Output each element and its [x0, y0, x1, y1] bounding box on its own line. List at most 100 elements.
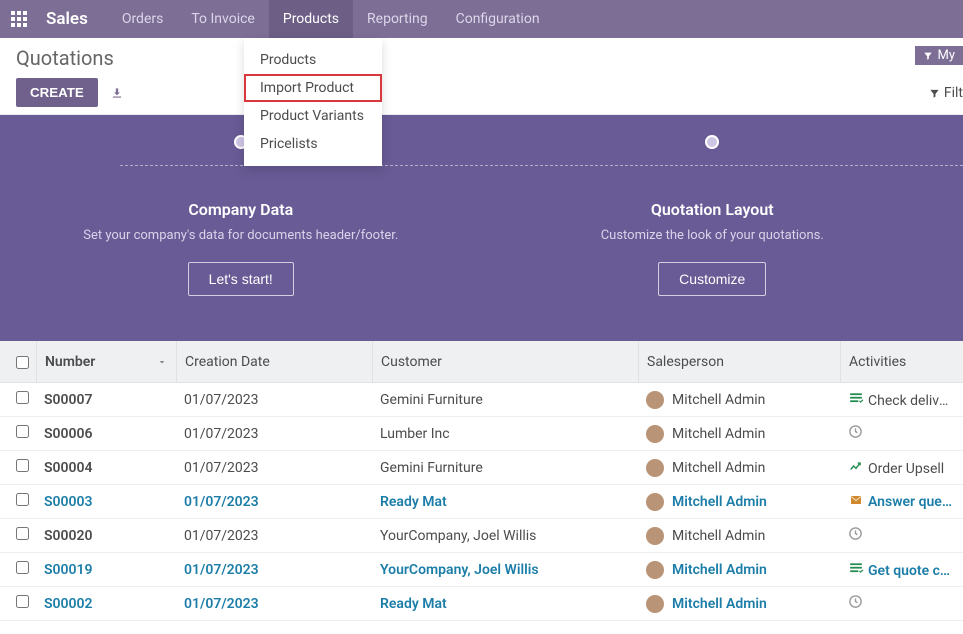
row-activity[interactable] [840, 594, 963, 613]
dropdown-pricelists[interactable]: Pricelists [244, 130, 382, 158]
funnel-icon [923, 51, 933, 61]
row-customer[interactable]: Ready Mat [372, 494, 638, 510]
row-checkbox[interactable] [16, 527, 29, 540]
dropdown-import-product[interactable]: Import Product [244, 74, 382, 102]
page-title: Quotations [16, 46, 947, 70]
table-row[interactable]: S0000701/07/2023Gemini FurnitureMitchell… [0, 383, 963, 417]
row-date: 01/07/2023 [176, 494, 372, 510]
row-customer[interactable]: Ready Mat [372, 596, 638, 612]
salesperson-name: Mitchell Admin [672, 460, 765, 476]
row-number[interactable]: S00019 [36, 562, 176, 578]
row-customer[interactable]: Gemini Furniture [372, 460, 638, 476]
row-number[interactable]: S00020 [36, 528, 176, 544]
row-activity[interactable] [840, 526, 963, 545]
row-checkbox[interactable] [16, 459, 29, 472]
clock-icon [848, 424, 863, 439]
step-title: Company Data [40, 200, 442, 219]
filter-chip-my[interactable]: My [915, 46, 963, 65]
step-button-customize[interactable]: Customize [658, 262, 766, 296]
row-number[interactable]: S00002 [36, 596, 176, 612]
onboarding-step-quotation-layout: Quotation Layout Customize the look of y… [472, 180, 954, 295]
step-subtitle: Customize the look of your quotations. [512, 227, 914, 245]
avatar [646, 561, 664, 579]
step-dot-icon [705, 135, 719, 149]
salesperson-name: Mitchell Admin [672, 596, 767, 612]
avatar [646, 391, 664, 409]
clock-icon [848, 526, 863, 541]
salesperson-name: Mitchell Admin [672, 494, 767, 510]
row-number[interactable]: S00004 [36, 460, 176, 476]
onboarding-banner: Company Data Set your company's data for… [0, 115, 963, 341]
download-icon[interactable] [110, 86, 124, 100]
row-activity[interactable]: Get quote confirm [840, 561, 963, 579]
row-activity[interactable]: Check delivery re [840, 391, 963, 409]
nav-orders[interactable]: Orders [108, 0, 178, 38]
row-salesperson[interactable]: Mitchell Admin [638, 493, 840, 511]
row-customer[interactable]: Gemini Furniture [372, 392, 638, 408]
create-button[interactable]: CREATE [16, 78, 98, 107]
row-salesperson[interactable]: Mitchell Admin [638, 595, 840, 613]
avatar [646, 493, 664, 511]
row-customer[interactable]: YourCompany, Joel Willis [372, 562, 638, 578]
row-customer[interactable]: Lumber Inc [372, 426, 638, 442]
products-dropdown: Products Import Product Product Variants… [244, 38, 382, 166]
row-checkbox[interactable] [16, 493, 29, 506]
table-row[interactable]: S0001901/07/2023YourCompany, Joel Willis… [0, 553, 963, 587]
nav-configuration[interactable]: Configuration [442, 0, 554, 38]
select-all-checkbox[interactable] [16, 356, 29, 369]
row-salesperson[interactable]: Mitchell Admin [638, 459, 840, 477]
avatar [646, 595, 664, 613]
row-salesperson[interactable]: Mitchell Admin [638, 391, 840, 409]
app-brand[interactable]: Sales [38, 0, 108, 38]
activity-text: Check delivery re [868, 393, 963, 409]
apps-launcher-icon[interactable] [0, 0, 38, 38]
avatar [646, 459, 664, 477]
quotations-list: Number Creation Date Customer Salesperso… [0, 341, 963, 621]
row-checkbox[interactable] [16, 425, 29, 438]
salesperson-name: Mitchell Admin [672, 528, 765, 544]
row-activity[interactable]: Answer questions [840, 494, 963, 510]
salesperson-name: Mitchell Admin [672, 562, 767, 578]
row-activity[interactable] [840, 424, 963, 443]
nav-reporting[interactable]: Reporting [353, 0, 442, 38]
nav-products[interactable]: Products [269, 0, 353, 38]
row-checkbox[interactable] [16, 391, 29, 404]
col-number[interactable]: Number [36, 341, 176, 383]
col-salesperson[interactable]: Salesperson [638, 341, 840, 383]
dropdown-products[interactable]: Products [244, 46, 382, 74]
table-row[interactable]: S0000301/07/2023Ready Mat Mitchell Admin A… [0, 485, 963, 519]
row-salesperson[interactable]: Mitchell Admin [638, 425, 840, 443]
row-number[interactable]: S00007 [36, 392, 176, 408]
row-date: 01/07/2023 [176, 392, 372, 408]
row-activity[interactable]: Order Upsell [840, 459, 963, 477]
dropdown-product-variants[interactable]: Product Variants [244, 102, 382, 130]
filters-label: Filt [944, 85, 963, 101]
filters-button[interactable]: Filt [915, 85, 963, 101]
table-row[interactable]: S0000601/07/2023Lumber IncMitchell Admin [0, 417, 963, 451]
filter-chip-label: My [937, 48, 955, 63]
table-row[interactable]: S0000401/07/2023Gemini Furniture Mitchell… [0, 451, 963, 485]
step-subtitle: Set your company's data for documents he… [40, 227, 442, 245]
clock-icon [848, 594, 863, 609]
row-customer[interactable]: YourCompany, Joel Willis [372, 528, 638, 544]
col-creation-date[interactable]: Creation Date [176, 341, 372, 383]
row-checkbox[interactable] [16, 595, 29, 608]
table-row[interactable]: S0000201/07/2023Ready MatMitchell Admin [0, 587, 963, 621]
table-row[interactable]: S0002001/07/2023YourCompany, Joel Willis… [0, 519, 963, 553]
row-salesperson[interactable]: Mitchell Admin [638, 561, 840, 579]
row-salesperson[interactable]: Mitchell Admin [638, 527, 840, 545]
activity-text: Answer questions [868, 494, 963, 510]
topnav: Sales Orders To Invoice Products Reporti… [0, 0, 963, 38]
avatar [646, 425, 664, 443]
activity-text: Order Upsell [868, 461, 944, 477]
step-title: Quotation Layout [512, 200, 914, 219]
row-date: 01/07/2023 [176, 426, 372, 442]
step-button-lets-start[interactable]: Let's start! [188, 262, 294, 296]
row-date: 01/07/2023 [176, 460, 372, 476]
nav-to-invoice[interactable]: To Invoice [177, 0, 269, 38]
col-activities[interactable]: Activities [840, 341, 963, 383]
col-customer[interactable]: Customer [372, 341, 638, 383]
row-number[interactable]: S00006 [36, 426, 176, 442]
row-checkbox[interactable] [16, 561, 29, 574]
row-number[interactable]: S00003 [36, 494, 176, 510]
